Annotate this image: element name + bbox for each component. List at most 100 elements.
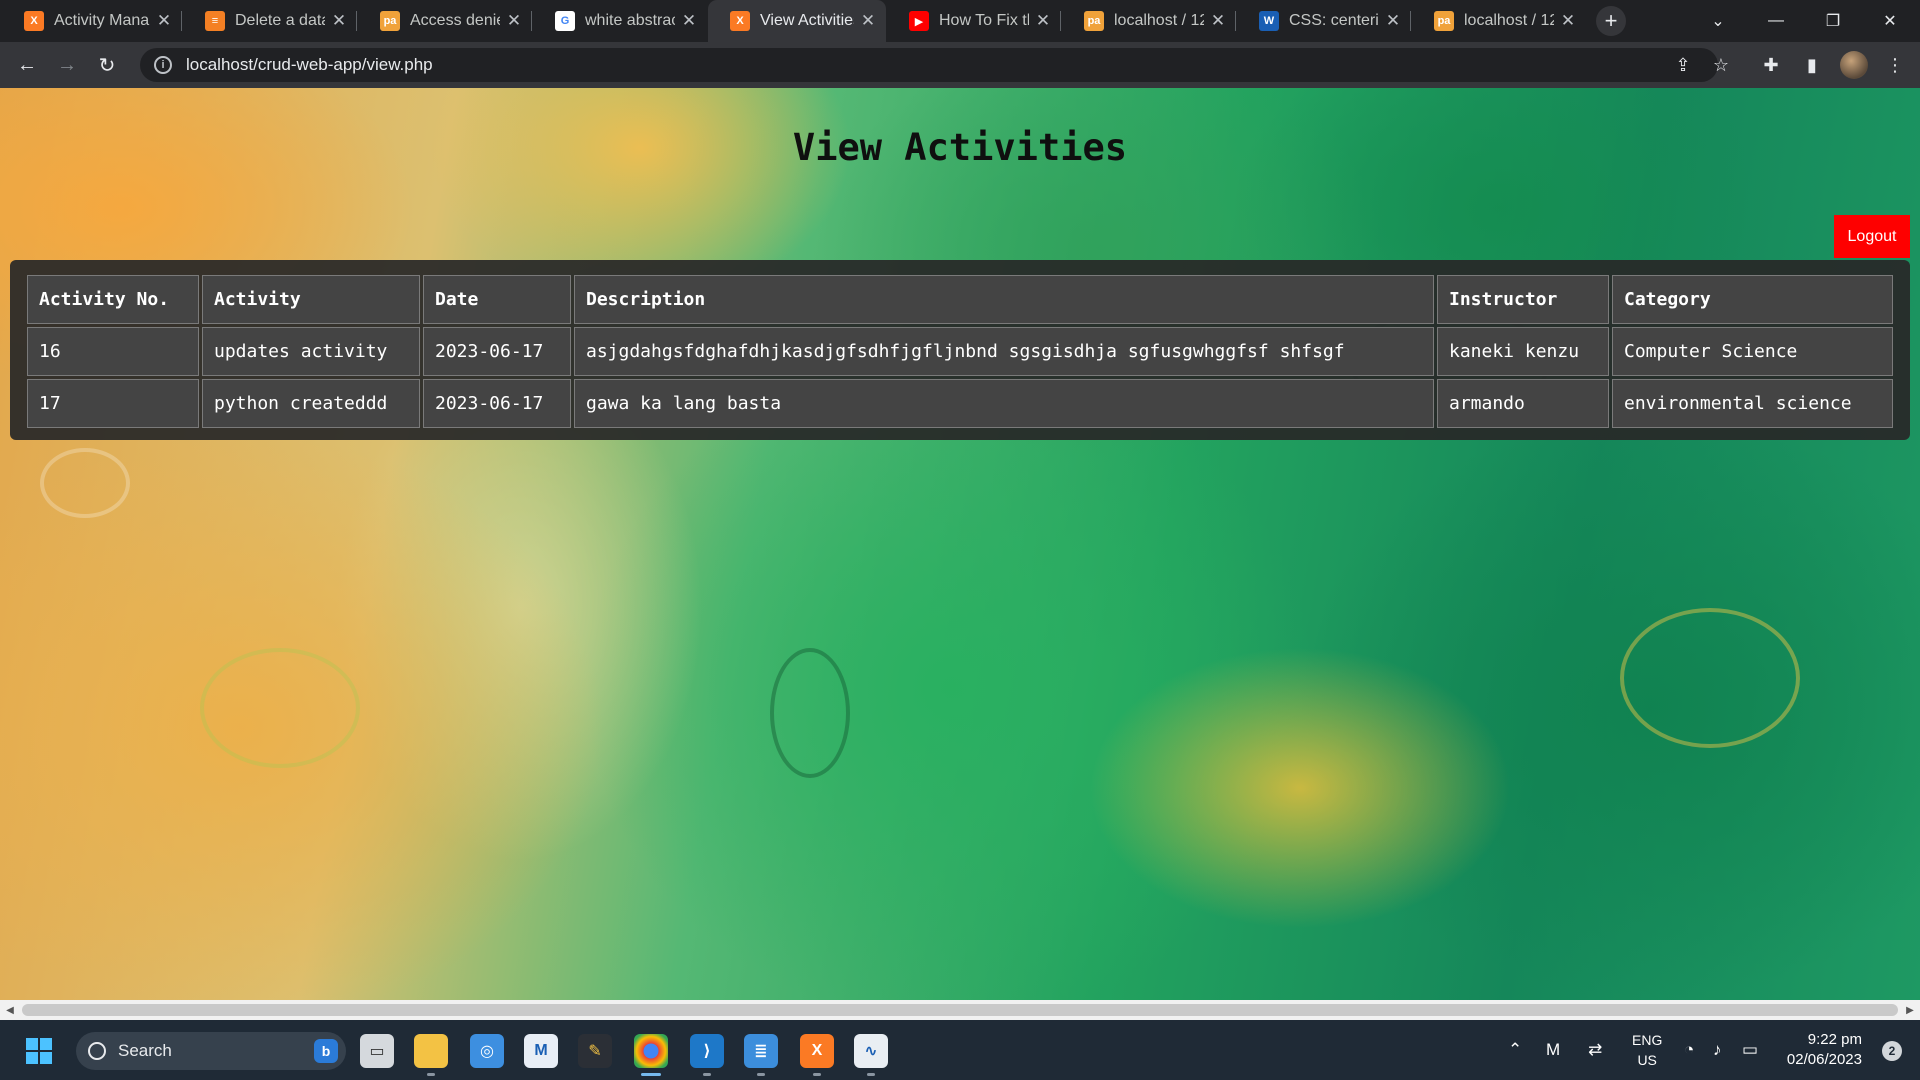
close-icon[interactable]: ✕	[1560, 11, 1576, 31]
extensions-puzzle-icon[interactable]: ✚	[1756, 50, 1786, 80]
chrome-icon[interactable]	[634, 1034, 668, 1076]
column-header-activity: Activity	[202, 275, 420, 324]
tray-app-icon[interactable]: M	[1546, 1040, 1560, 1060]
close-icon[interactable]: ✕	[331, 11, 347, 31]
cell-description: gawa ka lang basta	[574, 379, 1434, 428]
xampp-icon: X	[730, 11, 750, 31]
clock-date: 02/06/2023	[1786, 1051, 1862, 1068]
notepad-icon[interactable]: ≣	[744, 1034, 778, 1076]
task-manager-icon[interactable]: ∿	[854, 1034, 888, 1076]
activities-table-container: Activity No. Activity Date Description I…	[10, 260, 1910, 440]
tab-label: Activity Mana	[54, 12, 150, 29]
language-indicator[interactable]: ENG US	[1632, 1030, 1662, 1070]
scroll-left-icon[interactable]: ◀	[4, 1004, 16, 1016]
table-row: 16 updates activity 2023-06-17 asjgdahgs…	[27, 327, 1893, 376]
browser-tab[interactable]: ▶ How To Fix the ✕	[887, 0, 1061, 42]
running-indicator	[813, 1073, 821, 1076]
tab-label: How To Fix the	[939, 12, 1029, 29]
new-tab-button[interactable]: +	[1596, 6, 1626, 36]
close-window-button[interactable]: ✕	[1862, 0, 1918, 42]
windows-start-icon[interactable]	[22, 1034, 56, 1068]
restore-button[interactable]: ❐	[1805, 0, 1861, 42]
activities-table: Activity No. Activity Date Description I…	[24, 272, 1896, 431]
browser-tab[interactable]: pa Access denied ✕	[358, 0, 532, 42]
tab-search-chevron-icon[interactable]: ⌄	[1690, 0, 1746, 42]
system-clock[interactable]: 9:22 pm 02/06/2023	[1787, 1030, 1862, 1070]
windows-taskbar: Search b ▭ ◎ M ✎ ⟩ ≣ X ∿ ⌃ M ⇄ ENG US ◔ …	[0, 1020, 1920, 1080]
browser-tab[interactable]: pa localhost / 12 ✕	[1062, 0, 1236, 42]
region-code: US	[1637, 1052, 1657, 1068]
close-icon[interactable]: ✕	[860, 11, 876, 31]
wifi-icon[interactable]: ◔	[1684, 1040, 1694, 1060]
running-indicator	[703, 1073, 711, 1076]
volume-icon[interactable]: ♪	[1713, 1040, 1722, 1060]
side-panel-icon[interactable]: ▮	[1797, 50, 1827, 80]
address-bar[interactable]: i localhost/crud-web-app/view.php ⇪ ☆	[140, 48, 1729, 82]
tab-divider	[181, 11, 182, 31]
chevron-up-icon[interactable]: ⌃	[1508, 1040, 1522, 1060]
close-icon[interactable]: ✕	[156, 11, 172, 31]
share-icon[interactable]: ⇪	[1672, 54, 1694, 76]
browser-tab[interactable]: X Activity Mana ✕	[2, 0, 182, 42]
table-row: 17 python createddd 2023-06-17 gawa ka l…	[27, 379, 1893, 428]
pen-app-icon[interactable]: ✎	[578, 1034, 612, 1068]
close-icon[interactable]: ✕	[1385, 11, 1401, 31]
browser-tab[interactable]: pa localhost / 12 ✕	[1412, 0, 1586, 42]
tab-divider	[356, 11, 357, 31]
browser-tab[interactable]: G white abstract ✕	[533, 0, 707, 42]
close-icon[interactable]: ✕	[506, 11, 522, 31]
chat-icon[interactable]: ◎	[470, 1034, 504, 1068]
cell-activity: python createddd	[202, 379, 420, 428]
cell-category: environmental science	[1612, 379, 1893, 428]
tab-divider	[1060, 11, 1061, 31]
menu-kebab-icon[interactable]: ⋮	[1880, 50, 1910, 80]
scroll-right-icon[interactable]: ▶	[1904, 1004, 1916, 1016]
browser-tab-active[interactable]: X View Activities ✕	[708, 0, 886, 42]
reload-icon[interactable]: ↻	[92, 50, 122, 80]
running-indicator	[867, 1073, 875, 1076]
background-swirl	[200, 648, 360, 768]
cell-date: 2023-06-17	[423, 379, 571, 428]
tab-label: white abstract	[585, 12, 675, 29]
cell-activity: updates activity	[202, 327, 420, 376]
taskbar-search[interactable]: Search b	[76, 1032, 346, 1070]
w3c-icon: W	[1259, 11, 1279, 31]
forward-arrow-icon[interactable]: →	[52, 50, 82, 80]
file-explorer-icon[interactable]	[414, 1034, 448, 1076]
close-icon[interactable]: ✕	[681, 11, 697, 31]
network-switch-icon[interactable]: ⇄	[1588, 1040, 1602, 1060]
column-header-activity-no: Activity No.	[27, 275, 199, 324]
browser-tab[interactable]: ≡ Delete a datal ✕	[183, 0, 357, 42]
phpmyadmin-icon: pa	[1084, 11, 1104, 31]
search-label: Search	[118, 1041, 172, 1060]
tab-label: localhost / 12	[1114, 12, 1204, 29]
task-view-icon[interactable]: ▭	[360, 1034, 394, 1068]
scrollbar-thumb[interactable]	[22, 1004, 1898, 1016]
notification-badge[interactable]: 2	[1882, 1041, 1902, 1061]
youtube-icon: ▶	[909, 11, 929, 31]
background-swirl	[770, 648, 850, 778]
google-icon: G	[555, 11, 575, 31]
minimize-button[interactable]: —	[1748, 0, 1804, 42]
close-icon[interactable]: ✕	[1035, 11, 1051, 31]
vscode-icon[interactable]: ⟩	[690, 1034, 724, 1076]
mail-app-icon[interactable]: M	[524, 1034, 558, 1068]
tab-label: localhost / 12	[1464, 12, 1554, 29]
back-arrow-icon[interactable]: ←	[12, 50, 42, 80]
xampp-icon[interactable]: X	[800, 1034, 834, 1076]
battery-icon[interactable]: ▭	[1742, 1040, 1758, 1060]
running-indicator	[427, 1073, 435, 1076]
site-info-icon[interactable]: i	[154, 56, 172, 74]
bookmark-star-icon[interactable]: ☆	[1710, 54, 1732, 76]
browser-tab[interactable]: W CSS: centering ✕	[1237, 0, 1411, 42]
column-header-category: Category	[1612, 275, 1893, 324]
logout-button[interactable]: Logout	[1834, 215, 1910, 258]
tab-label: CSS: centering	[1289, 12, 1379, 29]
browser-toolbar: ← → ↻ i localhost/crud-web-app/view.php …	[0, 42, 1920, 88]
bing-icon[interactable]: b	[314, 1039, 338, 1063]
horizontal-scrollbar[interactable]: ◀ ▶	[0, 1000, 1920, 1020]
profile-avatar[interactable]	[1840, 51, 1868, 79]
cell-activity-no: 16	[27, 327, 199, 376]
close-icon[interactable]: ✕	[1210, 11, 1226, 31]
url-text[interactable]: localhost/crud-web-app/view.php	[186, 55, 433, 75]
